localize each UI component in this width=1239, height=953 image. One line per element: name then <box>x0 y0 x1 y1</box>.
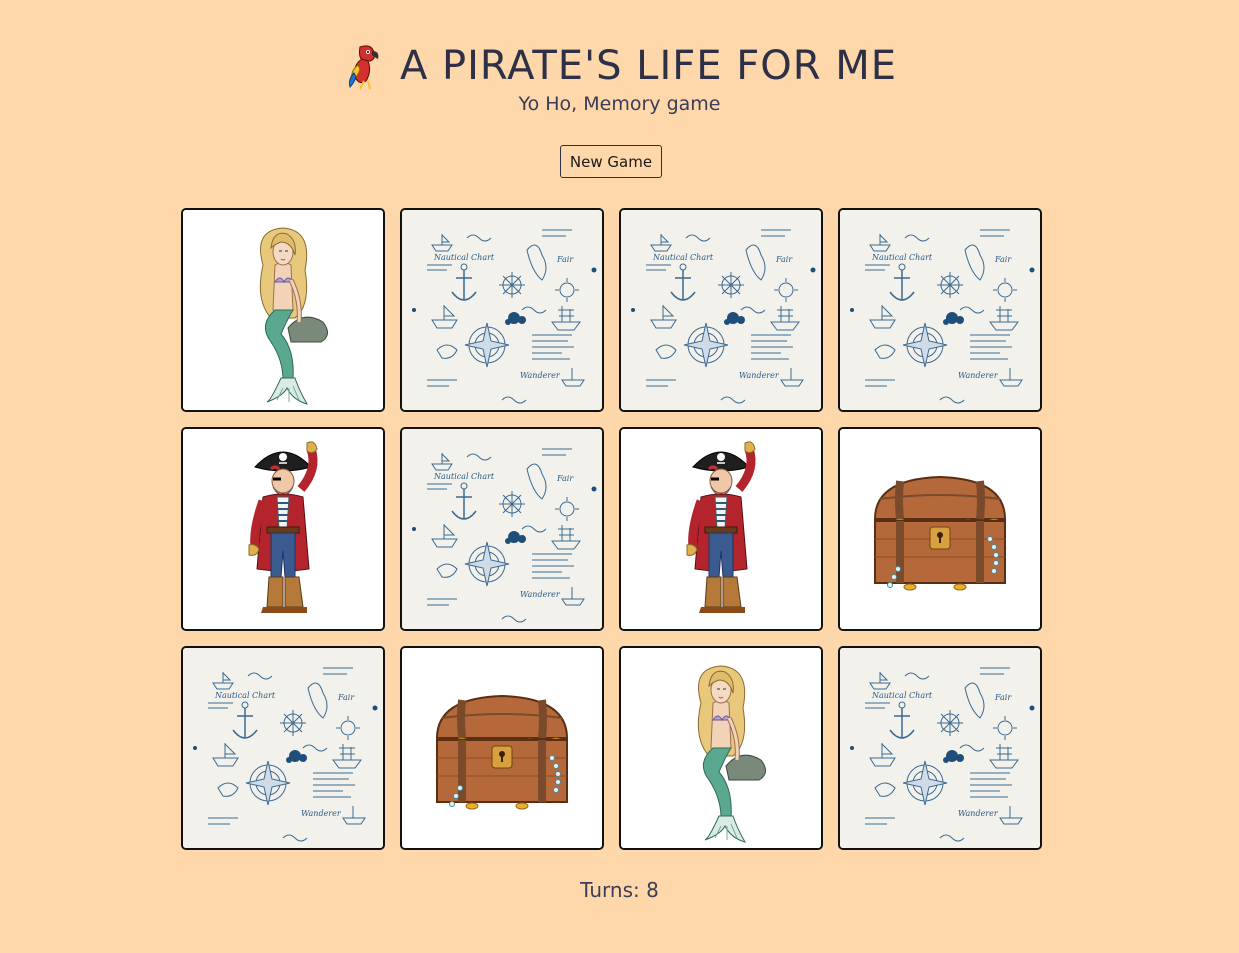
memory-card[interactable] <box>619 208 823 412</box>
parrot-icon <box>348 45 379 90</box>
memory-card[interactable] <box>838 427 1042 631</box>
new-game-button[interactable]: New Game <box>560 145 662 178</box>
memory-card[interactable] <box>181 427 385 631</box>
page-header: A PIRATE'S LIFE FOR ME Yo Ho, Memory gam… <box>0 38 1239 115</box>
mermaid-icon <box>621 648 821 848</box>
card-back-map-icon <box>402 210 602 410</box>
card-back-map-icon <box>183 648 383 848</box>
memory-card[interactable] <box>838 208 1042 412</box>
memory-card[interactable] <box>838 646 1042 850</box>
treasure-chest-icon <box>840 429 1040 629</box>
card-back-map-icon <box>621 210 821 410</box>
memory-card[interactable] <box>400 208 604 412</box>
page-title: A PIRATE'S LIFE FOR ME <box>399 43 898 89</box>
pirate-captain-icon <box>621 429 821 629</box>
memory-card[interactable] <box>400 427 604 631</box>
page-subtitle: Yo Ho, Memory game <box>518 93 721 115</box>
memory-card[interactable] <box>400 646 604 850</box>
memory-card[interactable] <box>619 646 823 850</box>
game-board <box>181 208 1042 850</box>
mermaid-icon <box>183 210 383 410</box>
title-row: A PIRATE'S LIFE FOR ME <box>342 38 897 94</box>
memory-card[interactable] <box>181 208 385 412</box>
memory-card[interactable] <box>619 427 823 631</box>
treasure-chest-icon <box>402 648 602 848</box>
pirate-captain-icon <box>183 429 383 629</box>
card-back-map-icon <box>402 429 602 629</box>
turns-counter: Turns: 8 <box>580 878 659 902</box>
memory-card[interactable] <box>181 646 385 850</box>
card-back-map-icon <box>840 648 1040 848</box>
card-back-map-icon <box>840 210 1040 410</box>
